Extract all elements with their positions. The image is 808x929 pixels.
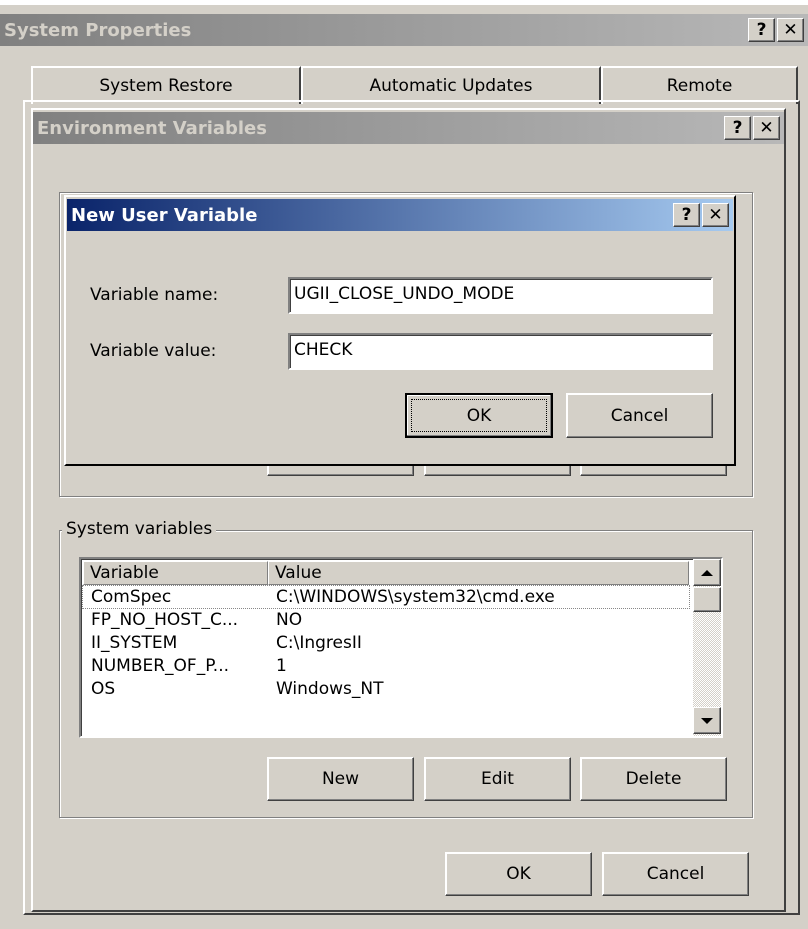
system-delete-button[interactable]: Delete: [580, 757, 727, 801]
scroll-up-button[interactable]: [693, 559, 721, 586]
help-button[interactable]: ?: [673, 203, 700, 227]
system-new-button[interactable]: New: [267, 757, 414, 801]
new-user-variable-title: New User Variable: [71, 204, 258, 226]
table-row[interactable]: ComSpec C:\WINDOWS\system32\cmd.exe: [82, 585, 690, 609]
environment-variables-title: Environment Variables: [37, 117, 267, 139]
tab-label: System Restore: [99, 76, 233, 96]
variable-name-label: Variable name:: [90, 285, 219, 305]
variable-cell: NUMBER_OF_P...: [91, 656, 230, 676]
tab-label: Automatic Updates: [369, 76, 533, 96]
variable-value-label: Variable value:: [90, 341, 217, 361]
column-header-value[interactable]: Value: [268, 561, 689, 585]
variable-value-field[interactable]: CHECK: [288, 333, 713, 370]
value-cell: Windows_NT: [276, 679, 384, 699]
tab-label: Remote: [666, 76, 733, 96]
value-cell: NO: [276, 610, 303, 630]
column-header-variable[interactable]: Variable: [83, 561, 268, 585]
close-button[interactable]: ✕: [753, 116, 780, 140]
column-header-label: Value: [275, 563, 322, 583]
arrow-down-icon: [701, 717, 713, 724]
env-cancel-button[interactable]: Cancel: [602, 852, 749, 896]
cancel-button[interactable]: Cancel: [566, 393, 713, 438]
variable-cell: ComSpec: [91, 587, 172, 607]
system-variables-list[interactable]: Variable Value ComSpec C:\WINDOWS\system…: [79, 557, 723, 738]
value-cell: C:\IngresII: [276, 633, 362, 653]
tab-system-restore[interactable]: System Restore: [31, 66, 301, 104]
variable-cell: OS: [91, 679, 116, 699]
table-row[interactable]: OS Windows_NT: [83, 678, 689, 700]
close-button[interactable]: ✕: [777, 18, 804, 42]
tab-automatic-updates[interactable]: Automatic Updates: [301, 66, 601, 104]
environment-variables-titlebar[interactable]: Environment Variables ? ✕: [33, 112, 784, 144]
new-user-variable-titlebar[interactable]: New User Variable ? ✕: [67, 199, 733, 231]
close-button[interactable]: ✕: [702, 203, 729, 227]
help-button[interactable]: ?: [748, 18, 775, 42]
arrow-up-icon: [701, 569, 713, 576]
scroll-thumb[interactable]: [693, 587, 721, 612]
table-row[interactable]: FP_NO_HOST_C... NO: [83, 609, 689, 631]
system-properties-titlebar[interactable]: System Properties ? ✕: [0, 14, 808, 46]
column-header-label: Variable: [90, 563, 159, 583]
system-edit-button[interactable]: Edit: [424, 757, 571, 801]
system-variables-label: System variables: [62, 519, 217, 539]
list-header: Variable Value: [83, 561, 689, 585]
table-row[interactable]: II_SYSTEM C:\IngresII: [83, 632, 689, 654]
value-cell: 1: [276, 656, 287, 676]
env-ok-button[interactable]: OK: [445, 852, 592, 896]
ok-button[interactable]: OK: [405, 393, 553, 438]
variable-cell: II_SYSTEM: [91, 633, 178, 653]
scroll-down-button[interactable]: [693, 707, 721, 734]
help-button[interactable]: ?: [724, 116, 751, 140]
tab-remote[interactable]: Remote: [601, 66, 798, 104]
value-cell: C:\WINDOWS\system32\cmd.exe: [276, 587, 555, 607]
table-row[interactable]: NUMBER_OF_P... 1: [83, 655, 689, 677]
variable-name-field[interactable]: UGII_CLOSE_UNDO_MODE: [288, 277, 713, 314]
variable-cell: FP_NO_HOST_C...: [91, 610, 239, 630]
system-properties-title: System Properties: [4, 19, 192, 41]
